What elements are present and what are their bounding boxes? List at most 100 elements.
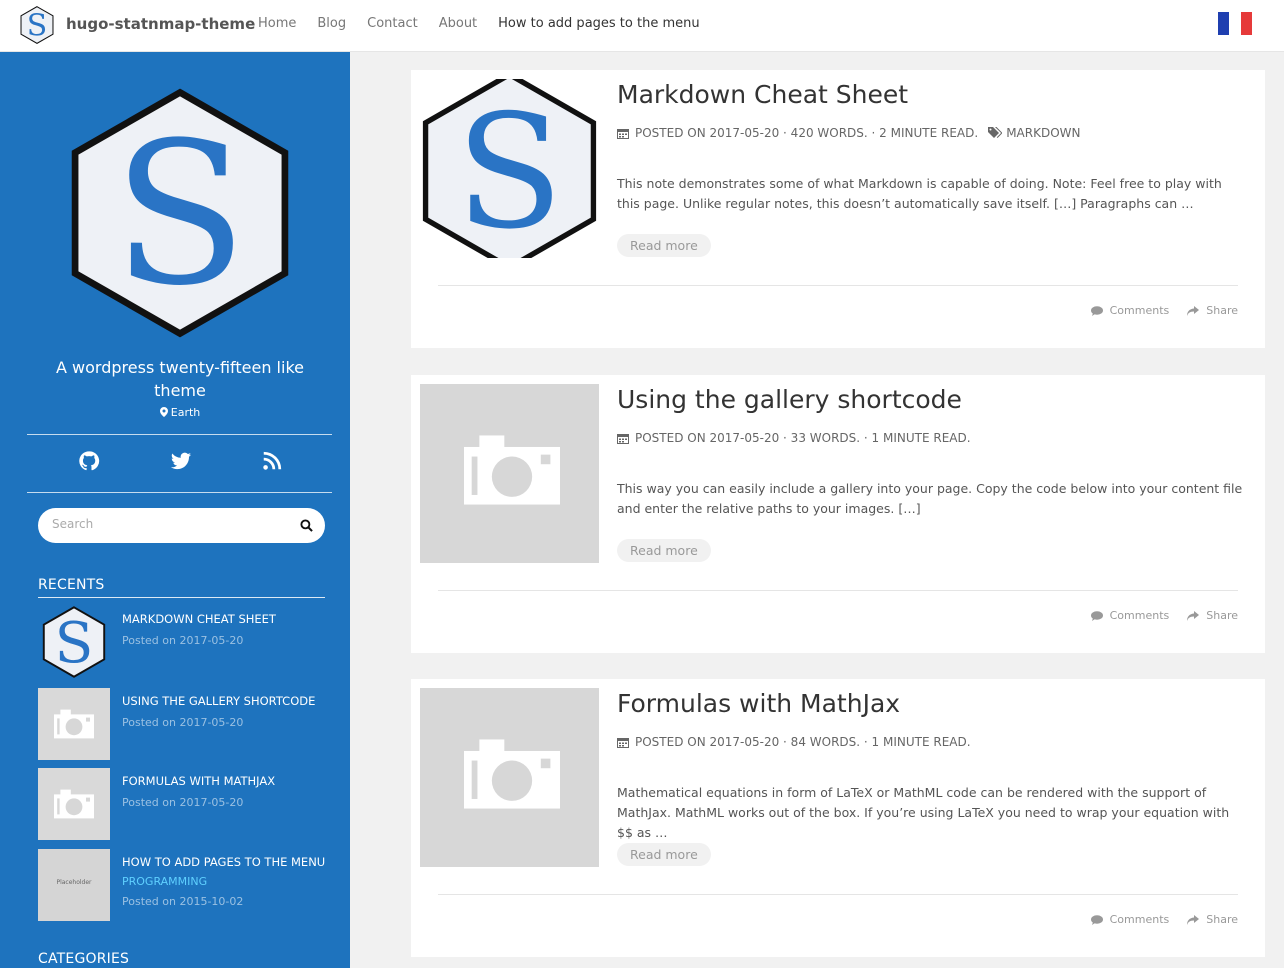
recent-title[interactable]: HOW TO ADD PAGES TO THE MENU [122,855,325,869]
nav-home[interactable]: Home [258,16,296,31]
share-label: Share [1206,304,1238,317]
share-icon [1187,305,1200,316]
post-footer: Comments Share [1073,304,1238,317]
sidebar-divider [27,492,332,493]
post-tag[interactable]: MARKDOWN [1006,126,1080,140]
comments-label: Comments [1109,913,1170,926]
camera-icon [464,435,560,505]
french-flag-icon[interactable] [1218,12,1252,35]
post-footer: Comments Share [1073,913,1238,926]
recent-item[interactable]: Placeholder HOW TO ADD PAGES TO THE MENU… [38,849,325,921]
comments-label: Comments [1109,609,1170,622]
logo-icon [420,79,599,258]
comment-icon [1090,305,1103,316]
location-text: Earth [170,406,201,419]
rss-icon[interactable] [261,450,283,472]
post-title[interactable]: Using the gallery shortcode [617,385,962,414]
recent-item[interactable]: FORMULAS WITH MATHJAX Posted on 2017-05-… [38,768,325,840]
main-nav: Home Blog Contact About How to add pages… [258,16,721,31]
placeholder-text: Placeholder [56,879,92,886]
recent-date: Posted on 2017-05-20 [122,796,244,809]
post-title[interactable]: Markdown Cheat Sheet [617,80,908,109]
share-link[interactable]: Share [1187,304,1238,317]
map-marker-icon [159,407,168,417]
recents-divider [38,597,325,598]
post-meta: POSTED ON 2017-05-20 · 84 WORDS. · 1 MIN… [617,735,971,749]
post-card: Markdown Cheat Sheet POSTED ON 2017-05-2… [411,70,1265,348]
post-meta-text: POSTED ON 2017-05-20 · 420 WORDS. · 2 MI… [635,126,979,140]
post-card: Using the gallery shortcode POSTED ON 20… [411,375,1265,653]
post-meta-text: POSTED ON 2017-05-20 · 33 WORDS. · 1 MIN… [635,431,971,445]
post-meta: POSTED ON 2017-05-20 · 420 WORDS. · 2 MI… [617,126,1080,140]
post-title[interactable]: Formulas with MathJax [617,689,900,718]
share-label: Share [1206,913,1238,926]
sidebar-divider [27,434,332,435]
comment-icon [1090,610,1103,621]
share-icon [1187,914,1200,925]
post-footer: Comments Share [1073,609,1238,622]
sidebar: A wordpress twenty-fifteen like theme Ea… [0,52,350,968]
post-divider [438,894,1238,895]
recent-thumb[interactable] [38,688,110,760]
post-card: Formulas with MathJax POSTED ON 2017-05-… [411,679,1265,957]
calendar-icon [617,128,629,139]
search-box [38,508,325,543]
recents-heading: RECENTS [38,577,105,593]
recent-thumb[interactable]: Placeholder [38,849,110,921]
calendar-icon [617,737,629,748]
recent-thumb[interactable] [38,768,110,840]
brand-title[interactable]: hugo-statnmap-theme [66,15,255,33]
share-icon [1187,610,1200,621]
twitter-icon[interactable] [170,450,192,472]
post-excerpt: Mathematical equations in form of LaTeX … [617,785,1230,840]
categories-heading: CATEGORIES [38,951,130,967]
post-meta: POSTED ON 2017-05-20 · 33 WORDS. · 1 MIN… [617,431,971,445]
share-link[interactable]: Share [1187,609,1238,622]
comments-label: Comments [1109,304,1170,317]
site-location: Earth [30,406,330,419]
top-navbar: hugo-statnmap-theme Home Blog Contact Ab… [0,0,1284,52]
read-more-button[interactable]: Read more [617,234,711,257]
recent-item[interactable]: MARKDOWN CHEAT SHEET Posted on 2017-05-2… [38,606,325,678]
post-thumbnail[interactable] [420,79,599,258]
site-tagline: A wordpress twenty-fifteen like theme [56,358,304,400]
camera-icon [464,739,560,809]
post-thumbnail[interactable] [420,384,599,563]
recent-date: Posted on 2015-10-02 [122,895,244,908]
post-excerpt: This note demonstrates some of what Mark… [617,176,1222,211]
social-links [27,450,332,478]
recent-date: Posted on 2017-05-20 [122,716,244,729]
post-thumbnail[interactable] [420,688,599,867]
share-link[interactable]: Share [1187,913,1238,926]
post-meta-text: POSTED ON 2017-05-20 · 84 WORDS. · 1 MIN… [635,735,971,749]
share-label: Share [1206,609,1238,622]
recent-title[interactable]: MARKDOWN CHEAT SHEET [122,612,276,626]
recent-date: Posted on 2017-05-20 [122,634,244,647]
recent-title[interactable]: FORMULAS WITH MATHJAX [122,774,275,788]
comment-icon [1090,914,1103,925]
read-more-button[interactable]: Read more [617,539,711,562]
recent-title[interactable]: USING THE GALLERY SHORTCODE [122,694,315,708]
search-icon[interactable] [300,519,313,532]
nav-add-pages[interactable]: How to add pages to the menu [498,16,699,31]
search-input[interactable] [52,517,282,531]
site-logo-icon[interactable] [68,88,292,338]
nav-blog[interactable]: Blog [317,16,346,31]
comments-link[interactable]: Comments [1090,913,1170,926]
post-divider [438,590,1238,591]
camera-icon [54,789,94,819]
recent-item[interactable]: USING THE GALLERY SHORTCODE Posted on 20… [38,688,325,760]
brand-logo-icon[interactable] [20,5,54,45]
calendar-icon [617,433,629,444]
recent-category[interactable]: PROGRAMMING [122,875,207,888]
comments-link[interactable]: Comments [1090,304,1170,317]
comments-link[interactable]: Comments [1090,609,1170,622]
github-icon[interactable] [78,450,100,472]
read-more-button[interactable]: Read more [617,843,711,866]
post-divider [438,285,1238,286]
nav-contact[interactable]: Contact [367,16,418,31]
recent-thumb[interactable] [38,606,110,678]
nav-about[interactable]: About [439,16,477,31]
camera-icon [54,709,94,739]
logo-icon [38,606,110,678]
